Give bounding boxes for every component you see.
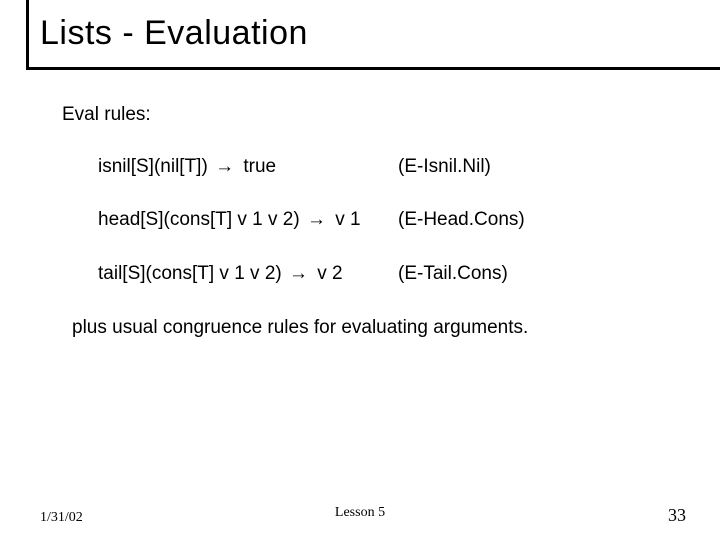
subhead: Eval rules:: [62, 102, 680, 128]
footer-date: 1/31/02: [40, 510, 83, 526]
title-rule-vertical: [26, 0, 29, 70]
rule-expression: isnil[S](nil[T]) → true: [98, 154, 398, 180]
rules-block: isnil[S](nil[T]) → true (E-Isnil.Nil) he…: [98, 154, 680, 287]
rule-name: (E-Head.Cons): [398, 207, 680, 233]
rule-expression: tail[S](cons[T] v 1 v 2) → v 2: [98, 261, 398, 287]
arrow-icon: →: [287, 263, 312, 284]
footer-page-number: 33: [668, 505, 686, 526]
rule-rhs: true: [238, 156, 276, 177]
rule-expression: head[S](cons[T] v 1 v 2) → v 1: [98, 207, 398, 233]
rule-name: (E-Tail.Cons): [398, 261, 680, 287]
note: plus usual congruence rules for evaluati…: [72, 315, 680, 341]
page-title: Lists - Evaluation: [40, 14, 308, 53]
arrow-icon: →: [305, 209, 330, 230]
rule-lhs: isnil[S](nil[T]): [98, 156, 213, 177]
title-rule-horizontal: [26, 67, 720, 70]
rule-row: head[S](cons[T] v 1 v 2) → v 1 (E-Head.C…: [98, 207, 680, 233]
rule-lhs: tail[S](cons[T] v 1 v 2): [98, 263, 287, 284]
body: Eval rules: isnil[S](nil[T]) → true (E-I…: [62, 102, 680, 340]
slide: Lists - Evaluation Eval rules: isnil[S](…: [0, 0, 720, 540]
arrow-icon: →: [213, 156, 238, 177]
rule-row: tail[S](cons[T] v 1 v 2) → v 2 (E-Tail.C…: [98, 261, 680, 287]
rule-row: isnil[S](nil[T]) → true (E-Isnil.Nil): [98, 154, 680, 180]
footer: 1/31/02 Lesson 5 33: [0, 505, 720, 526]
rule-lhs: head[S](cons[T] v 1 v 2): [98, 209, 305, 230]
footer-lesson: Lesson 5: [335, 505, 385, 521]
rule-rhs: v 1: [330, 209, 361, 230]
rule-rhs: v 2: [312, 263, 343, 284]
rule-name: (E-Isnil.Nil): [398, 154, 680, 180]
